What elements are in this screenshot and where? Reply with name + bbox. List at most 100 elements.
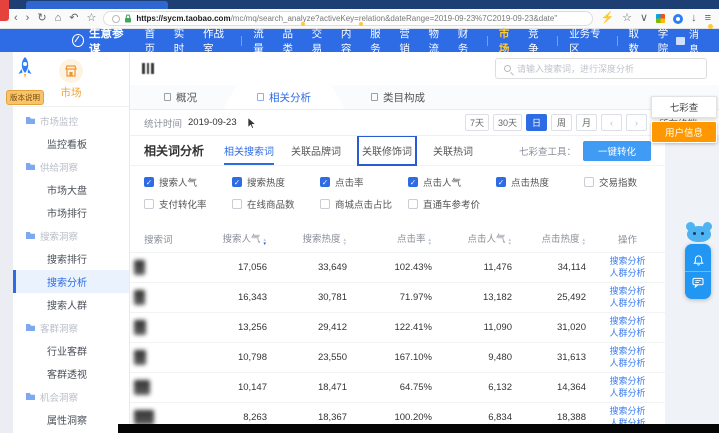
sidebar-item-市场排行[interactable]: 市场排行 <box>13 201 129 224</box>
sidebar-item-客群洞察[interactable]: 客群洞察 <box>13 316 129 339</box>
stats-date-value[interactable]: 2019-09-23 <box>188 117 237 128</box>
period-周[interactable]: 周 <box>551 114 572 131</box>
action-link-crowd-analysis[interactable]: 人群分析 <box>594 358 661 370</box>
extension-overlay: 七彩查 用户信息 <box>651 96 717 143</box>
checkbox-checked[interactable]: ✓ <box>496 177 506 187</box>
sort-icon[interactable]: ▲▼ <box>508 238 512 246</box>
filter-点击率[interactable]: ✓点击率 <box>320 175 408 189</box>
filter-搜索热度[interactable]: ✓搜索热度 <box>232 175 320 189</box>
sidebar-item-搜索排行[interactable]: 搜索排行 <box>13 247 129 270</box>
sidebar-item-搜索分析[interactable]: 搜索分析 <box>13 270 129 293</box>
period-月[interactable]: 月 <box>576 114 597 131</box>
checkbox-unchecked[interactable] <box>232 199 242 209</box>
action-link-crowd-analysis[interactable]: 人群分析 <box>594 328 661 340</box>
keyword-search-box[interactable] <box>495 58 707 79</box>
checkbox-checked[interactable]: ✓ <box>232 177 242 187</box>
filter-商城点击占比[interactable]: 商城点击占比 <box>320 197 408 211</box>
bell-icon[interactable] <box>685 250 711 271</box>
checkbox-unchecked[interactable] <box>320 199 330 209</box>
metric-cell: 13,256 <box>200 313 271 343</box>
period-日[interactable]: 日 <box>526 114 547 131</box>
column-header-点击热度[interactable]: 点击热度▲▼ <box>516 224 590 253</box>
forward-icon[interactable]: › <box>26 13 30 24</box>
column-header-搜索人气[interactable]: 搜索人气▲▼ <box>200 224 271 253</box>
action-link-crowd-analysis[interactable]: 人群分析 <box>594 298 661 310</box>
home-icon[interactable]: ⌂ <box>55 13 62 24</box>
sidebar-item-市场监控[interactable]: 市场监控 <box>13 109 129 132</box>
overlay-item-qicaicha[interactable]: 七彩查 <box>651 96 717 118</box>
folder-icon <box>26 393 35 400</box>
bookmark-icon[interactable]: ☆ <box>86 13 96 24</box>
page-info-icon[interactable] <box>112 15 120 23</box>
checkbox-unchecked[interactable] <box>584 177 594 187</box>
action-link-search-analysis[interactable]: 搜索分析 <box>594 316 661 328</box>
version-float[interactable]: 版本说明 <box>3 56 47 105</box>
sidebar-item-属性洞察[interactable]: 属性洞察 <box>13 408 129 431</box>
sidebar-item-label: 供给洞察 <box>40 160 78 174</box>
checkbox-unchecked[interactable] <box>144 199 154 209</box>
sort-desc-caret: ▼ <box>428 242 432 246</box>
sidebar-item-搜索洞察[interactable]: 搜索洞察 <box>13 224 129 247</box>
column-header-点击人气[interactable]: 点击人气▲▼ <box>436 224 516 253</box>
section-tab-关联热词[interactable]: 关联热词 <box>433 136 473 165</box>
history-icon[interactable]: ↶ <box>69 13 78 24</box>
action-link-search-analysis[interactable]: 搜索分析 <box>594 406 661 418</box>
tab-概况[interactable]: 概况 <box>138 85 223 109</box>
sort-icon[interactable]: ▲▼ <box>263 238 267 246</box>
column-header-点击率[interactable]: 点击率▲▼ <box>351 224 436 253</box>
menu-icon[interactable]: ≡ <box>705 13 711 24</box>
checkbox-checked[interactable]: ✓ <box>144 177 154 187</box>
messages-entry[interactable]: 消息 <box>676 26 707 56</box>
sidebar-item-市场大盘[interactable]: 市场大盘 <box>13 178 129 201</box>
filter-点击热度[interactable]: ✓点击热度 <box>496 175 584 189</box>
sidebar-menu: 市场监控监控看板供给洞察市场大盘市场排行搜索洞察搜索排行搜索分析搜索人群客群洞察… <box>13 107 129 431</box>
reload-icon[interactable]: ↻ <box>37 13 46 24</box>
sidebar-item-搜索人群[interactable]: 搜索人群 <box>13 293 129 316</box>
search-input[interactable] <box>517 64 698 74</box>
filter-搜索人气[interactable]: ✓搜索人气 <box>144 175 232 189</box>
filter-点击人气[interactable]: ✓点击人气 <box>408 175 496 189</box>
filter-交易指数[interactable]: 交易指数 <box>584 175 665 189</box>
tab-类目构成[interactable]: 类目构成 <box>345 85 451 109</box>
section-tab-关联品牌词[interactable]: 关联品牌词 <box>291 136 341 165</box>
chat-icon[interactable] <box>685 271 711 293</box>
sidebar-item-行业客群[interactable]: 行业客群 <box>13 339 129 362</box>
one-key-convert-button[interactable]: 一键转化 <box>583 141 651 161</box>
filter-在线商品数[interactable]: 在线商品数 <box>232 197 320 211</box>
back-icon[interactable]: ‹ <box>14 13 18 24</box>
sort-icon[interactable]: ▲▼ <box>343 238 347 246</box>
checkbox-checked[interactable]: ✓ <box>320 177 330 187</box>
period-7天[interactable]: 7天 <box>465 114 489 131</box>
period-30天[interactable]: 30天 <box>493 114 522 131</box>
action-link-search-analysis[interactable]: 搜索分析 <box>594 346 661 358</box>
section-tab-关联修饰词[interactable]: 关联修饰词 <box>358 136 416 165</box>
download-icon[interactable]: ↓ <box>691 13 697 24</box>
browser-tab[interactable] <box>26 1 168 9</box>
overlay-item-user-info[interactable]: 用户信息 <box>651 121 717 143</box>
sidebar-item-机会洞察[interactable]: 机会洞察 <box>13 385 129 408</box>
tab-相关分析[interactable]: 相关分析 <box>223 85 345 109</box>
sort-icon[interactable]: ▲▼ <box>582 238 586 246</box>
filter-直通车参考价[interactable]: 直通车参考价 <box>408 197 496 211</box>
sort-icon[interactable]: ▲▼ <box>428 238 432 246</box>
version-badge[interactable]: 版本说明 <box>6 90 44 105</box>
table-row: 10,79823,550167.10%9,48031,613搜索分析人群分析 <box>130 343 665 373</box>
mascot-icon[interactable] <box>686 222 712 242</box>
section-tab-相关搜索词[interactable]: 相关搜索词 <box>224 136 274 165</box>
action-link-search-analysis[interactable]: 搜索分析 <box>594 286 661 298</box>
sidebar-item-供给洞察[interactable]: 供给洞察 <box>13 155 129 178</box>
action-link-search-analysis[interactable]: 搜索分析 <box>594 256 661 268</box>
sidebar: 市场 市场监控监控看板供给洞察市场大盘市场排行搜索洞察搜索排行搜索分析搜索人群客… <box>0 52 130 433</box>
action-link-crowd-analysis[interactable]: 人群分析 <box>594 388 661 400</box>
action-link-search-analysis[interactable]: 搜索分析 <box>594 376 661 388</box>
checkbox-unchecked[interactable] <box>408 199 418 209</box>
period-next-button[interactable]: › <box>626 114 647 131</box>
filter-支付转化率[interactable]: 支付转化率 <box>144 197 232 211</box>
sidebar-item-监控看板[interactable]: 监控看板 <box>13 132 129 155</box>
column-header-搜索热度[interactable]: 搜索热度▲▼ <box>271 224 351 253</box>
sidebar-item-label: 客群洞察 <box>40 321 78 335</box>
checkbox-checked[interactable]: ✓ <box>408 177 418 187</box>
action-link-crowd-analysis[interactable]: 人群分析 <box>594 268 661 280</box>
period-prev-button[interactable]: ‹ <box>601 114 622 131</box>
sidebar-item-客群透视[interactable]: 客群透视 <box>13 362 129 385</box>
